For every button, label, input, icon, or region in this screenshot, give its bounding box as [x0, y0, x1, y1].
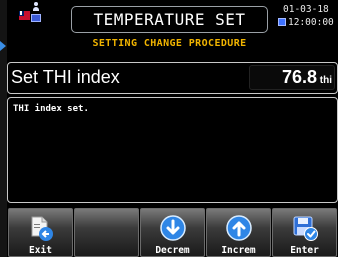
operator-badge-icon[interactable] [31, 2, 41, 22]
time-display: 12:00:00 [288, 17, 334, 28]
arrow-down-circle-icon [159, 215, 186, 241]
date-display: 01-03-18 [283, 4, 329, 15]
exit-label: Exit [29, 245, 52, 256]
bottom-toolbar: Exit Decrem Increm Enter [7, 207, 338, 257]
left-edge-bar [0, 0, 7, 257]
clock-icon [278, 18, 286, 26]
exit-button[interactable]: Exit [8, 208, 73, 257]
arrow-up-circle-icon [225, 215, 252, 241]
decrement-label: Decrem [155, 245, 190, 256]
left-arrow-icon[interactable] [0, 41, 6, 51]
increment-button[interactable]: Increm [206, 208, 271, 257]
increment-label: Increm [221, 245, 256, 256]
page-title: TEMPERATURE SET [71, 6, 268, 33]
empty-toolbar-button[interactable] [74, 208, 139, 257]
exit-document-icon [31, 216, 53, 241]
parameter-row: Set THI index 76.8 thi [7, 62, 338, 94]
page-subtitle: SETTING CHANGE PROCEDURE [92, 38, 247, 49]
message-text: THI index set. [13, 104, 89, 114]
header: TEMPERATURE SET SETTING CHANGE PROCEDURE… [7, 0, 338, 62]
message-area: THI index set. [7, 97, 338, 203]
decrement-button[interactable]: Decrem [140, 208, 205, 257]
parameter-unit: thi [319, 75, 332, 86]
enter-label: Enter [290, 245, 319, 256]
uk-flag-icon[interactable] [19, 11, 30, 20]
parameter-value: 76.8 [281, 67, 317, 87]
save-check-icon [293, 216, 318, 241]
parameter-value-field[interactable]: 76.8 thi [249, 65, 335, 90]
parameter-name: Set THI index [11, 67, 120, 87]
enter-button[interactable]: Enter [272, 208, 337, 257]
